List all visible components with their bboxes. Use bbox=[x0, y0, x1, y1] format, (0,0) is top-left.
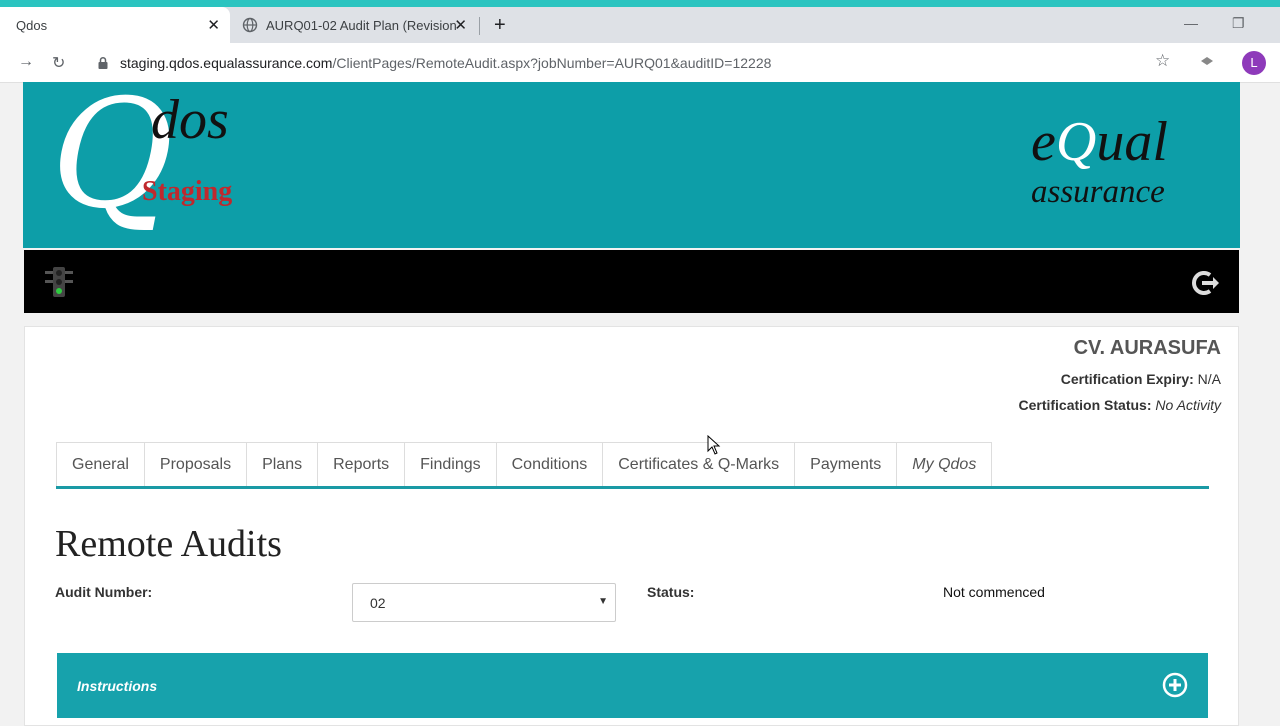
browser-tab-qdos[interactable]: Qdos ✕ bbox=[0, 7, 230, 43]
tab-title: AURQ01-02 Audit Plan (Revision bbox=[266, 17, 457, 33]
instructions-title: Instructions bbox=[77, 678, 158, 694]
tab-general[interactable]: General bbox=[56, 442, 145, 486]
profile-avatar[interactable]: L bbox=[1242, 51, 1266, 75]
tab-payments[interactable]: Payments bbox=[794, 442, 898, 486]
tab-my-qdos[interactable]: My Qdos bbox=[896, 442, 993, 486]
browser-tab-audit-plan[interactable]: AURQ01-02 Audit Plan (Revision ✕ bbox=[232, 7, 477, 43]
globe-icon bbox=[242, 17, 258, 33]
close-tab-icon[interactable]: ✕ bbox=[207, 16, 220, 34]
equal-logo: eQual bbox=[1031, 114, 1168, 170]
page-title: Remote Audits bbox=[55, 523, 282, 565]
qdos-logo-dos: dos bbox=[151, 89, 229, 151]
bookmark-star-icon[interactable]: ☆ bbox=[1155, 51, 1170, 71]
toolbar bbox=[24, 250, 1239, 313]
mouse-cursor-icon bbox=[707, 435, 721, 455]
forward-icon[interactable]: → bbox=[18, 53, 34, 71]
status-label: Status: bbox=[647, 584, 695, 600]
certification-expiry: Certification Expiry: N/A bbox=[1061, 371, 1221, 387]
audit-number-label: Audit Number: bbox=[55, 584, 153, 600]
status-value: Not commenced bbox=[943, 584, 1045, 600]
logout-icon[interactable] bbox=[1188, 269, 1222, 297]
address-bar: → ↻ staging.qdos.equalassurance.com/Clie… bbox=[0, 43, 1280, 83]
tab-divider bbox=[479, 17, 480, 35]
section-tabs: General Proposals Plans Reports Findings… bbox=[56, 442, 993, 486]
tab-title: Qdos bbox=[16, 17, 48, 33]
url-field[interactable]: staging.qdos.equalassurance.com/ClientPa… bbox=[86, 48, 1186, 77]
instructions-accordion[interactable]: Instructions bbox=[57, 653, 1208, 718]
tab-reports[interactable]: Reports bbox=[317, 442, 406, 486]
tab-findings[interactable]: Findings bbox=[404, 442, 497, 486]
certification-status: Certification Status: No Activity bbox=[1018, 397, 1221, 413]
equal-logo-ual: ual bbox=[1096, 111, 1168, 173]
content-panel: CV. AURASUFA Certification Expiry: N/A C… bbox=[24, 326, 1239, 726]
equal-logo-e: e bbox=[1031, 111, 1056, 173]
extension-icon[interactable] bbox=[1200, 56, 1214, 66]
status-label: Certification Status: bbox=[1018, 397, 1152, 413]
tabs-underline bbox=[56, 486, 1209, 489]
window-top-accent bbox=[0, 0, 1280, 7]
tab-plans[interactable]: Plans bbox=[246, 442, 319, 486]
browser-tab-strip: Qdos ✕ AURQ01-02 Audit Plan (Revision ✕ … bbox=[0, 7, 1280, 43]
environment-label: Staging bbox=[142, 176, 233, 207]
url-path: /ClientPages/RemoteAudit.aspx?jobNumber=… bbox=[332, 54, 772, 71]
expand-plus-icon[interactable] bbox=[1162, 672, 1188, 698]
audit-number-value: 02 bbox=[370, 595, 386, 611]
close-tab-icon[interactable]: ✕ bbox=[454, 16, 467, 34]
site-banner: Q dos Staging eQual assurance bbox=[23, 70, 1240, 248]
expiry-value: N/A bbox=[1197, 371, 1221, 387]
new-tab-icon[interactable]: + bbox=[494, 15, 506, 35]
client-name: CV. AURASUFA bbox=[1073, 337, 1221, 359]
minimize-icon[interactable]: — bbox=[1184, 15, 1198, 31]
maximize-icon[interactable]: ❐ bbox=[1232, 15, 1245, 32]
tab-certificates[interactable]: Certificates & Q-Marks bbox=[602, 442, 796, 486]
tab-conditions[interactable]: Conditions bbox=[495, 442, 604, 486]
dropdown-caret-icon: ▼ bbox=[598, 596, 608, 607]
expiry-label: Certification Expiry: bbox=[1060, 371, 1194, 387]
traffic-light-icon[interactable] bbox=[42, 265, 76, 299]
audit-number-select[interactable]: 02 ▼ bbox=[352, 583, 616, 622]
status-value: No Activity bbox=[1155, 397, 1221, 413]
tab-proposals[interactable]: Proposals bbox=[143, 442, 248, 486]
equal-logo-q: Q bbox=[1055, 111, 1097, 173]
equal-logo-subtitle: assurance bbox=[1031, 174, 1165, 210]
